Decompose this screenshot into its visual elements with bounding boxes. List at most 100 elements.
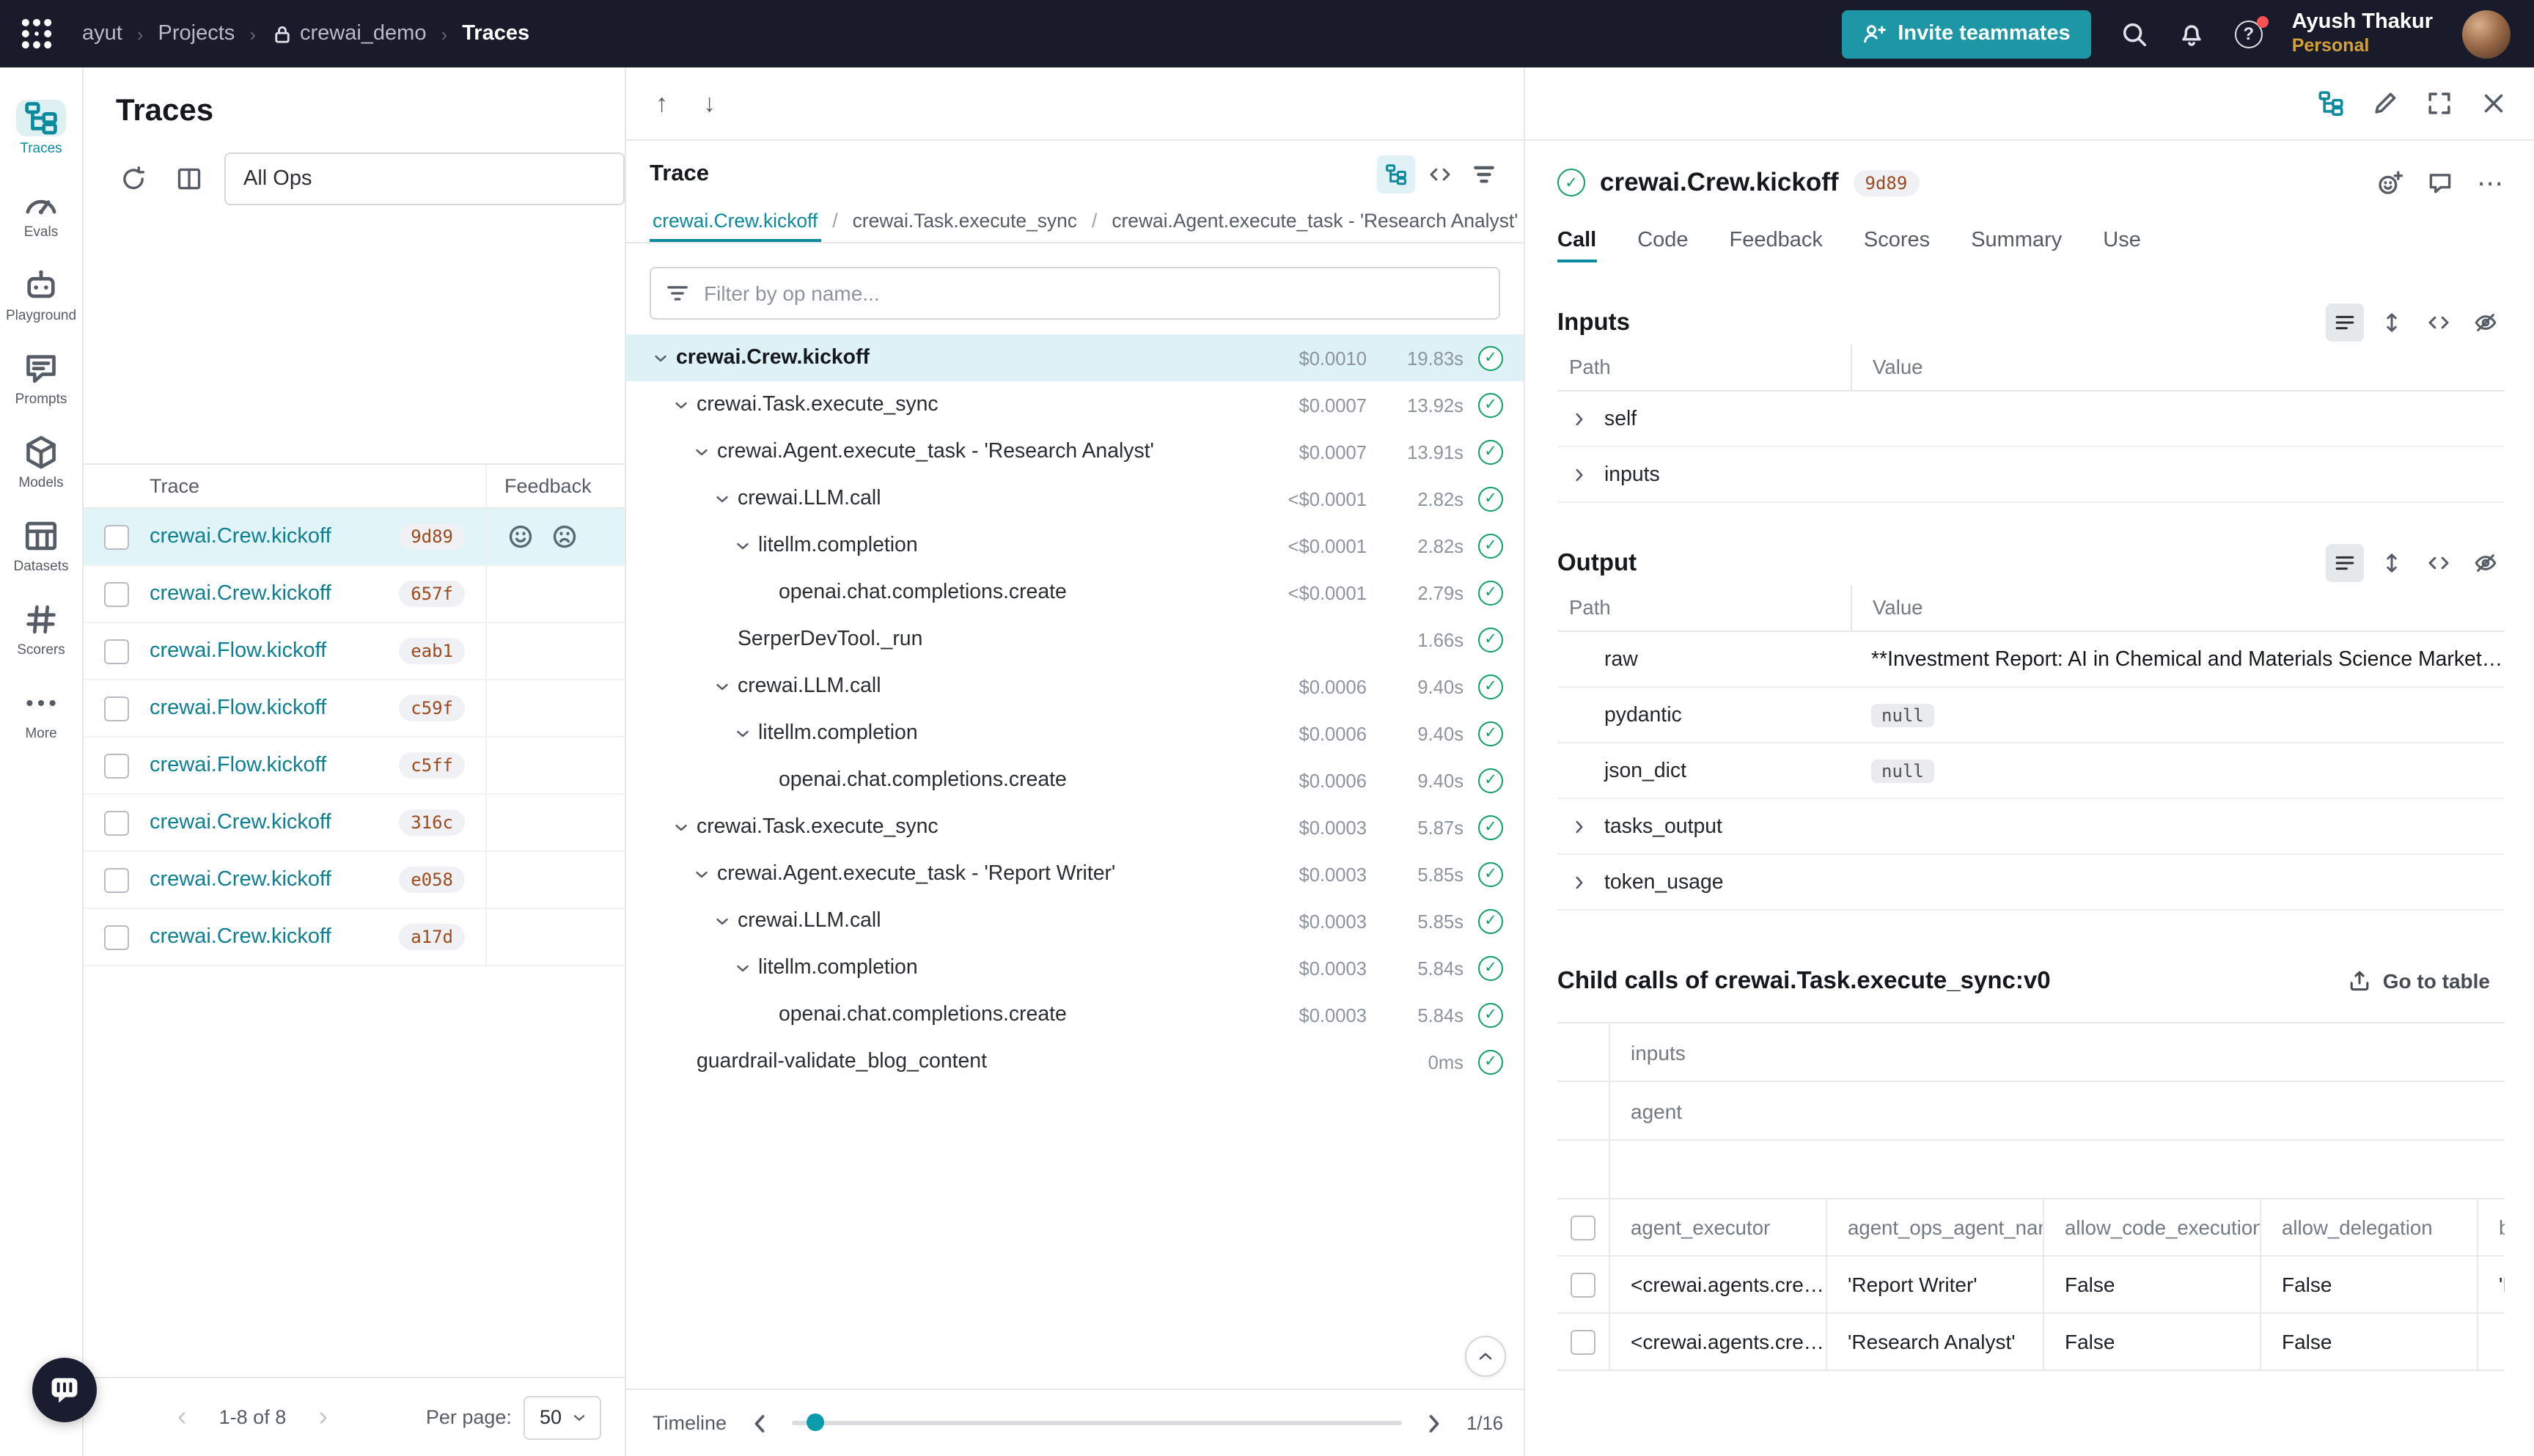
per-page-select[interactable]: 50 [524,1395,601,1439]
tab-code[interactable]: Code [1637,218,1688,262]
code-format-button[interactable] [2420,544,2458,582]
trace-row[interactable]: crewai.Crew.kickoff316c [84,795,625,852]
tab-summary[interactable]: Summary [1971,218,2062,262]
tab-use[interactable]: Use [2103,218,2141,262]
trace-tree-row[interactable]: crewai.LLM.call$0.00069.40s✓ [626,663,1524,710]
chevron-down-icon[interactable] [713,677,732,696]
kv-row-tasks_output[interactable]: tasks_output [1557,799,2505,855]
trace-tree-row[interactable]: SerperDevTool._run1.66s✓ [626,616,1524,663]
kv-row-inputs[interactable]: inputs [1557,447,2505,503]
select-all-checkbox[interactable] [1571,1215,1595,1240]
edit-pencil-icon[interactable] [2371,89,2399,117]
hide-values-button[interactable] [2467,304,2505,342]
trace-tree-row[interactable]: litellm.completion$0.00035.84s✓ [626,944,1524,991]
code-view-button[interactable] [1421,155,1459,194]
chevron-down-icon[interactable] [733,724,752,743]
kv-row-token_usage[interactable]: token_usage [1557,855,2505,911]
sidebar-item-scorers[interactable]: Scorers [0,589,82,673]
flame-view-button[interactable] [1465,155,1503,194]
op-filter-input[interactable] [650,267,1500,320]
support-chat-button[interactable] [32,1358,97,1422]
tab-scores[interactable]: Scores [1864,218,1930,262]
columns-settings-button[interactable] [169,158,210,199]
scroll-to-top-button[interactable] [1465,1336,1506,1377]
trace-name-link[interactable]: crewai.Flow.kickoff [150,754,326,777]
column-header[interactable]: allow_code_execution [2043,1199,2260,1255]
chevron-down-icon[interactable] [713,489,732,508]
trace-tree-row[interactable]: crewai.LLM.call<$0.00012.82s✓ [626,475,1524,522]
feedback-smiley-icon[interactable] [507,523,534,550]
chevron-right-icon[interactable] [1569,464,1590,485]
trace-name-link[interactable]: crewai.Crew.kickoff [150,582,331,606]
list-view-button[interactable] [2326,544,2364,582]
trace-row[interactable]: crewai.Crew.kickoffa17d [84,909,625,966]
more-options-icon[interactable]: ⋯ [2477,169,2505,196]
child-call-row[interactable]: <crewai.agents.cre…'Research Analyst'Fal… [1557,1314,2505,1371]
kv-row-self[interactable]: self [1557,391,2505,447]
chevron-down-icon[interactable] [713,911,732,930]
sidebar-item-more[interactable]: More [0,673,82,757]
trace-row[interactable]: crewai.Crew.kickoff9d89 [84,509,625,566]
row-checkbox[interactable] [104,810,129,835]
help-button[interactable]: ? [2235,20,2263,48]
trace-row[interactable]: crewai.Crew.kickoffe058 [84,852,625,909]
hide-values-button[interactable] [2467,544,2505,582]
trace-tree-row[interactable]: litellm.completion$0.00069.40s✓ [626,710,1524,757]
chevron-down-icon[interactable] [692,442,711,461]
column-header[interactable]: allow_delegation [2260,1199,2477,1255]
prev-page-button[interactable]: ‹ [177,1403,187,1431]
trace-name-link[interactable]: crewai.Crew.kickoff [150,868,331,891]
wandb-logo-icon[interactable] [18,15,56,53]
trace-tree-row[interactable]: crewai.Agent.execute_task - 'Research An… [626,428,1524,475]
row-checkbox[interactable] [104,639,129,663]
chevron-right-icon[interactable] [1569,816,1590,837]
column-header[interactable]: agent_executor [1609,1199,1826,1255]
chevron-down-icon[interactable] [692,864,711,883]
breadcrumb-projects[interactable]: Projects [158,22,235,45]
column-header-trace[interactable]: Trace [150,475,485,497]
trace-tree-row[interactable]: openai.chat.completions.create$0.00035.8… [626,991,1524,1038]
trace-tree-row[interactable]: crewai.LLM.call$0.00035.85s✓ [626,897,1524,944]
trace-path-tab[interactable]: crewai.Agent.execute_task - 'Research An… [1109,199,1521,242]
child-call-row[interactable]: <crewai.agents.cre…'Report Writer'FalseF… [1557,1257,2505,1314]
row-checkbox[interactable] [1571,1329,1595,1354]
chevron-right-icon[interactable] [1569,872,1590,892]
row-checkbox[interactable] [104,581,129,606]
trace-tree-row[interactable]: crewai.Agent.execute_task - 'Report Writ… [626,850,1524,897]
trace-tree-row[interactable]: crewai.Task.execute_sync$0.000713.92s✓ [626,381,1524,428]
expand-rows-button[interactable] [2373,304,2411,342]
feedback-frown-icon[interactable] [551,523,578,550]
chevron-down-icon[interactable] [733,536,752,555]
trace-name-link[interactable]: crewai.Crew.kickoff [150,811,331,834]
breadcrumb-project[interactable]: crewai_demo [271,22,427,45]
add-reaction-icon[interactable] [2377,169,2403,196]
column-header[interactable]: b [2477,1199,2505,1255]
column-header-feedback[interactable]: Feedback [485,465,625,507]
tree-view-button[interactable] [1377,155,1415,194]
sidebar-item-datasets[interactable]: Datasets [0,506,82,589]
list-view-button[interactable] [2326,304,2364,342]
trace-path-tab[interactable]: crewai.Task.execute_sync [850,199,1080,242]
row-checkbox[interactable] [104,924,129,949]
row-checkbox[interactable] [104,867,129,892]
notifications-bell-icon[interactable] [2178,20,2206,48]
previous-call-button[interactable]: ↑ [655,89,668,118]
sidebar-item-evals[interactable]: Evals [0,172,82,255]
tab-call[interactable]: Call [1557,218,1596,262]
trace-name-link[interactable]: crewai.Crew.kickoff [150,925,331,949]
chevron-down-icon[interactable] [651,348,670,367]
row-checkbox[interactable] [104,753,129,778]
chevron-right-icon[interactable] [1569,408,1590,429]
row-checkbox[interactable] [104,524,129,549]
timeline-prev-icon[interactable] [744,1408,774,1438]
tab-feedback[interactable]: Feedback [1730,218,1823,262]
trace-name-link[interactable]: crewai.Flow.kickoff [150,696,326,720]
sidebar-item-prompts[interactable]: Prompts [0,339,82,422]
trace-name-link[interactable]: crewai.Flow.kickoff [150,639,326,663]
next-call-button[interactable]: ↓ [703,89,716,118]
trace-tree-row[interactable]: crewai.Task.execute_sync$0.00035.87s✓ [626,804,1524,850]
sidebar-item-playground[interactable]: Playground [0,255,82,339]
row-checkbox[interactable] [104,696,129,721]
avatar[interactable] [2462,10,2511,58]
trace-row[interactable]: crewai.Crew.kickoff657f [84,566,625,623]
